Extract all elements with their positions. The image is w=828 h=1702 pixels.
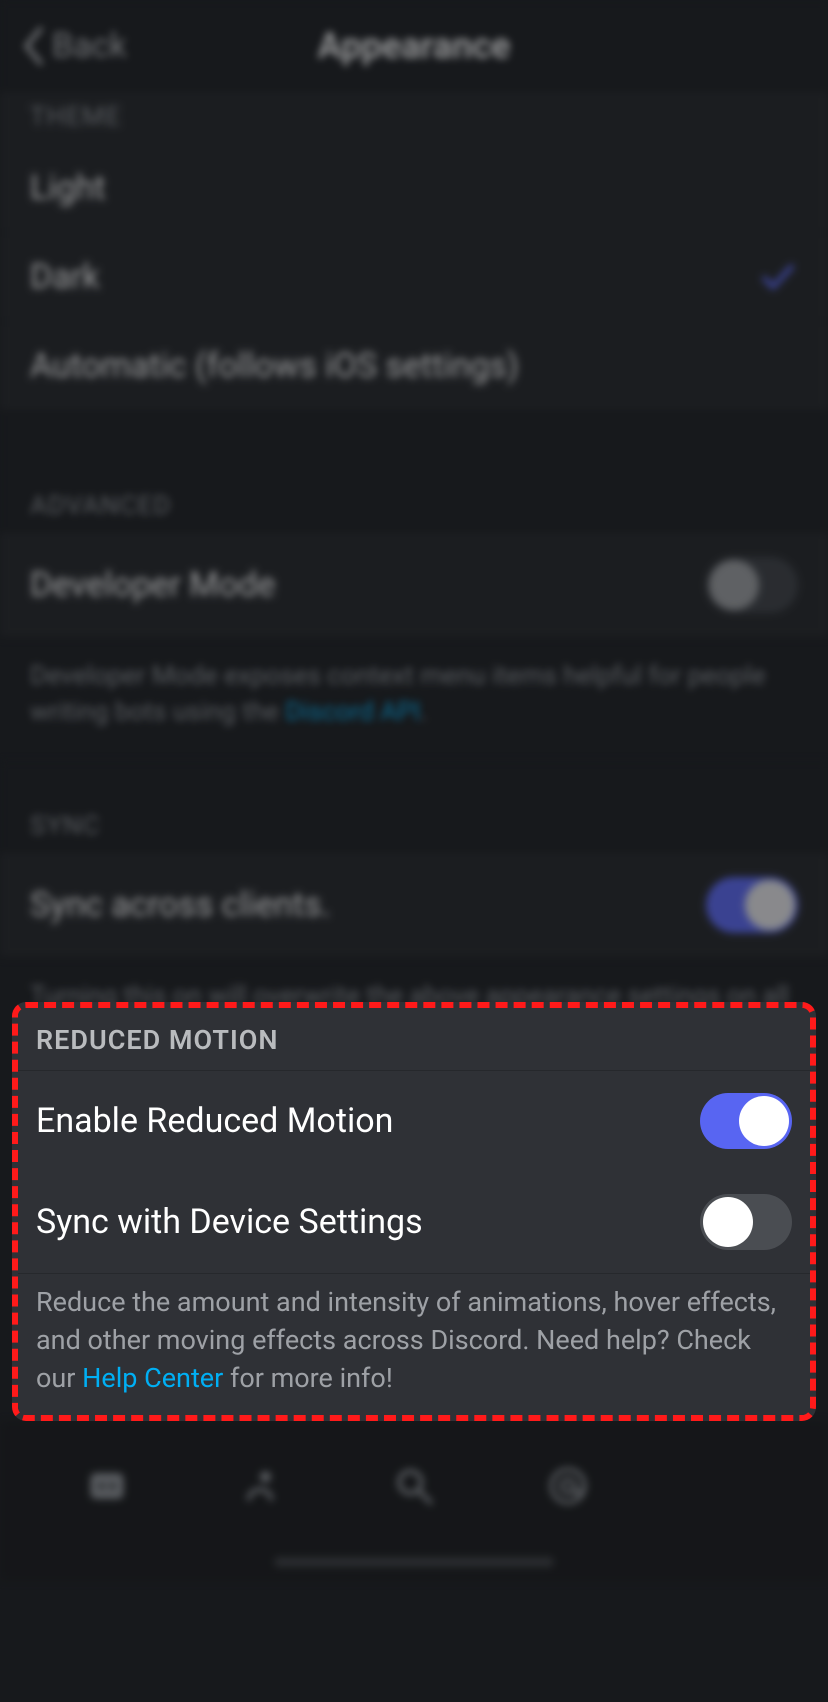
- mentions-icon[interactable]: [546, 1464, 590, 1508]
- theme-option-label: Automatic (follows iOS settings): [30, 346, 519, 386]
- theme-option-label: Light: [30, 168, 106, 208]
- developer-mode-toggle[interactable]: [706, 557, 798, 613]
- help-center-link[interactable]: Help Center: [82, 1362, 223, 1394]
- enable-reduced-motion-toggle[interactable]: [700, 1093, 792, 1149]
- developer-mode-label: Developer Mode: [30, 565, 275, 605]
- sync-clients-toggle[interactable]: [706, 877, 798, 933]
- friends-icon[interactable]: [238, 1464, 282, 1508]
- theme-option-dark[interactable]: Dark: [0, 233, 828, 322]
- theme-option-light[interactable]: Light: [0, 144, 828, 233]
- header: Back Appearance: [0, 0, 828, 92]
- sync-device-settings-toggle[interactable]: [700, 1194, 792, 1250]
- chevron-left-icon: [18, 26, 46, 66]
- section-theme-header: THEME: [0, 92, 828, 144]
- section-advanced-header: ADVANCED: [0, 481, 828, 533]
- check-icon: [758, 257, 798, 297]
- section-reduced-motion-header: REDUCED MOTION: [18, 1008, 810, 1071]
- developer-mode-desc: Developer Mode exposes context menu item…: [0, 638, 828, 761]
- theme-option-label: Dark: [30, 257, 100, 297]
- sync-device-settings-label: Sync with Device Settings: [36, 1202, 423, 1242]
- reduced-motion-desc: Reduce the amount and intensity of anima…: [18, 1273, 810, 1415]
- discord-api-link[interactable]: Discord API: [285, 697, 420, 727]
- theme-option-automatic[interactable]: Automatic (follows iOS settings): [0, 322, 828, 411]
- enable-reduced-motion-row[interactable]: Enable Reduced Motion: [18, 1071, 810, 1172]
- reduced-motion-highlight: REDUCED MOTION Enable Reduced Motion Syn…: [12, 1002, 816, 1421]
- back-label: Back: [52, 26, 127, 66]
- back-button[interactable]: Back: [0, 26, 127, 66]
- home-indicator: [274, 1557, 554, 1567]
- search-icon[interactable]: [392, 1464, 436, 1508]
- sync-clients-row[interactable]: Sync across clients.: [0, 853, 828, 958]
- enable-reduced-motion-label: Enable Reduced Motion: [36, 1101, 393, 1141]
- section-sync-header: SYNC: [0, 801, 828, 853]
- discord-icon[interactable]: [85, 1464, 129, 1508]
- sync-clients-label: Sync across clients.: [30, 885, 330, 925]
- sync-device-settings-row[interactable]: Sync with Device Settings: [18, 1172, 810, 1273]
- developer-mode-row[interactable]: Developer Mode: [0, 533, 828, 638]
